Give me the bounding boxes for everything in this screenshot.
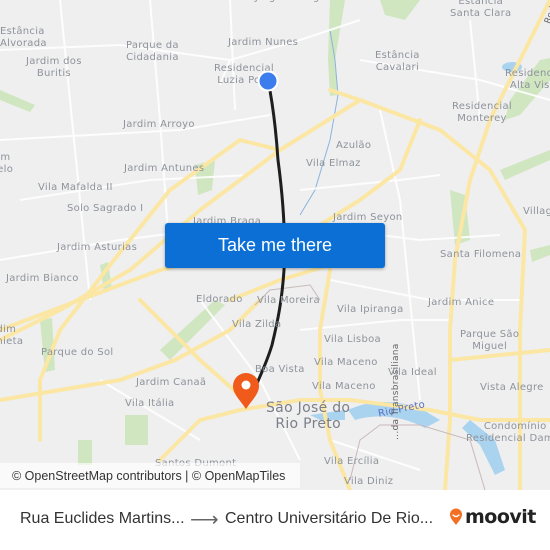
origin-marker-icon[interactable]	[257, 70, 279, 92]
destination-name: Centro Universitário De Rio...	[225, 510, 434, 527]
map-attribution[interactable]: © OpenStreetMap contributors | © OpenMap…	[0, 463, 300, 488]
map-label: Estância Santa Clara	[450, 0, 512, 19]
map-label: ...dim ...hieta	[0, 324, 24, 347]
map-label: Residencial Monterey	[452, 101, 512, 124]
arrow-right-icon: ⟶	[190, 509, 219, 531]
moovit-wordmark: moovit	[465, 506, 536, 528]
map-label: Solo Sagrado I	[67, 203, 144, 214]
map-label: Eldorado	[196, 294, 243, 305]
map-label: Vila Ercília	[324, 456, 380, 467]
map-label: Azulão	[336, 140, 372, 151]
map-label: Jardim Canaã	[136, 377, 207, 388]
origin-name: Rua Euclides Martins...	[20, 510, 185, 527]
map-label: Boa Vista	[255, 364, 305, 375]
map-label: Villag...	[523, 206, 550, 217]
map-label: Jardim Nunes	[228, 37, 299, 48]
map-label: Jardim Arroyo	[123, 119, 195, 130]
map-label: Parque da Cidadania	[126, 40, 179, 63]
map-label: Parque do Sol	[41, 347, 114, 358]
map-label: Jardim Anice	[428, 297, 495, 308]
map-label: Vista Alegre	[480, 382, 544, 393]
map-label: Condomínio Residencial Dam...	[466, 421, 550, 444]
map-label: Estância Cavalari	[375, 50, 420, 73]
destination-pin-icon[interactable]	[231, 372, 261, 410]
map-label: Jardim Bianco	[6, 273, 79, 284]
map-label: Vila Elmaz	[306, 158, 361, 169]
map-label: Vila Lisboa	[324, 334, 381, 345]
map-label: Jardim Antunes	[124, 163, 205, 174]
map-label: Jardim Asturias	[57, 242, 138, 253]
moovit-pin-icon	[450, 508, 462, 525]
take-me-there-button[interactable]: Take me there	[165, 223, 385, 268]
map-label: Vila Moreira	[257, 295, 320, 306]
map-label: Santa Filomena	[440, 249, 522, 260]
map-label: Vila Maceno	[312, 381, 376, 392]
route-footer: Rua Euclides Martins... ⟶ Centro Univers…	[0, 490, 550, 550]
map-label: Vila Itália	[125, 398, 175, 409]
map-label: Residencial Alta Vis...	[505, 68, 550, 91]
map-label-road: ...da Transbrasiliana	[391, 343, 401, 440]
map-label: Parque São Miguel	[460, 329, 520, 352]
map-label: Vila Mafalda II	[38, 182, 113, 193]
map-label: ...m Belo	[0, 152, 14, 175]
map-label: Jorge Rodrigues	[255, 0, 338, 4]
map-label: Estância Alvorada	[0, 26, 47, 49]
map-label: Vila Ipiranga	[337, 304, 404, 315]
map-label: Vila Diniz	[344, 476, 394, 487]
moovit-logo[interactable]: moovit	[449, 506, 536, 528]
map-label: Vila Maceno	[314, 357, 378, 368]
map-view[interactable]: Jardim Nunes Estância Santa Clara Estânc…	[0, 0, 550, 490]
map-label: Vila Zilda	[232, 319, 282, 330]
map-label: Jardim dos Buritis	[26, 56, 82, 79]
map-label-city: São José do Rio Preto	[266, 400, 351, 432]
